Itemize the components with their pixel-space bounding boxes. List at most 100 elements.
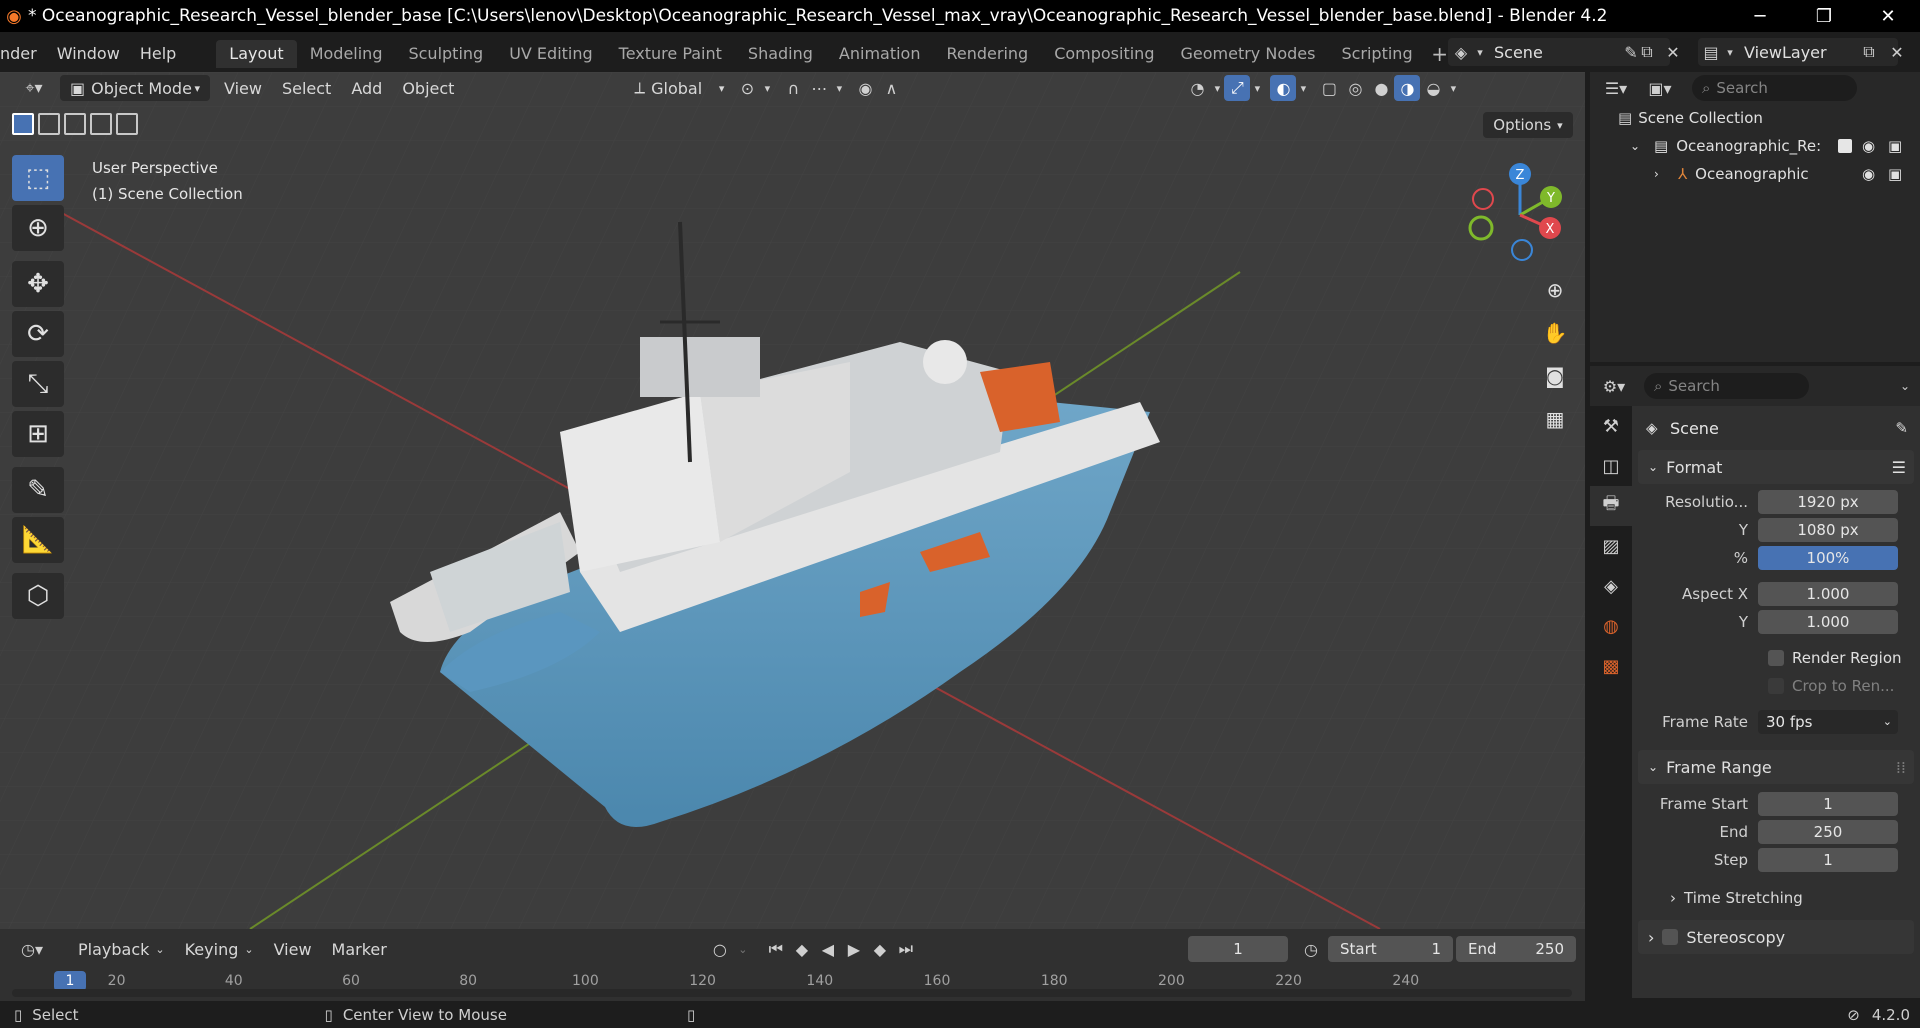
select-extend-icon[interactable] (38, 113, 60, 135)
menu-view[interactable]: View (214, 75, 272, 101)
outliner-editor-icon[interactable]: ☰▾ (1598, 75, 1634, 101)
navigation-gizmo[interactable]: Z Y X (1465, 160, 1575, 270)
crop-checkbox[interactable]: Crop to Ren... (1638, 672, 1914, 700)
frame-end-field[interactable]: 250 (1758, 820, 1898, 844)
tab-shading[interactable]: Shading (735, 40, 826, 68)
minimize-button[interactable]: ─ (1728, 0, 1792, 32)
overlays-toggle-icon[interactable]: ◐ (1270, 75, 1297, 101)
snap-icon[interactable]: ∩ (780, 75, 806, 101)
current-frame-field[interactable]: 1 (1188, 936, 1288, 962)
tab-sculpting[interactable]: Sculpting (395, 40, 496, 68)
tab-rendering[interactable]: Rendering (933, 40, 1041, 68)
camera-icon[interactable]: ▣ (1888, 137, 1902, 155)
render-region-checkbox[interactable]: Render Region (1638, 644, 1914, 672)
view-layer-tab-icon[interactable]: ▨ (1590, 526, 1632, 566)
menu-select[interactable]: Select (272, 75, 341, 101)
solid-shading-icon[interactable]: ● (1368, 75, 1394, 101)
annotate-tool-icon[interactable]: ✎ (12, 467, 64, 513)
chevron-down-icon[interactable]: ⌄ (1900, 379, 1910, 393)
menu-object[interactable]: Object (392, 75, 464, 101)
move-tool-icon[interactable]: ✥ (12, 261, 64, 307)
prev-keyframe-icon[interactable]: ◆ (789, 940, 815, 959)
select-new-icon[interactable] (12, 113, 34, 135)
properties-search-input[interactable]: ⌕ Search (1644, 373, 1809, 399)
checkbox-icon[interactable] (1662, 929, 1679, 945)
transform-tool-icon[interactable]: ⊞ (12, 411, 64, 457)
tab-geometry-nodes[interactable]: Geometry Nodes (1167, 40, 1328, 68)
tree-item-collection[interactable]: ⌄ ▤ Oceanographic_Re: ◉ ▣ (1590, 132, 1920, 160)
rendered-shading-icon[interactable]: ◒ (1420, 75, 1446, 101)
timeline-editor-icon[interactable]: ◷▾ (12, 936, 52, 962)
chevron-right-icon[interactable]: › (1654, 167, 1672, 181)
new-scene-icon[interactable]: ⧉ (1634, 38, 1660, 66)
time-stretching-subpanel[interactable]: › Time Stretching (1638, 882, 1914, 914)
format-panel-header[interactable]: ⌄ Format ☰ (1638, 450, 1914, 484)
stereoscopy-panel-header[interactable]: › Stereoscopy (1638, 920, 1914, 954)
drag-handle-icon[interactable]: ⁞⁞ (1896, 758, 1906, 777)
chevron-down-icon[interactable]: ⌄ (1630, 139, 1648, 153)
tab-layout[interactable]: Layout (216, 40, 297, 68)
ortho-grid-icon[interactable]: ▦ (1536, 400, 1574, 438)
camera-view-icon[interactable]: ◙ (1536, 357, 1574, 395)
frame-step-field[interactable]: 1 (1758, 848, 1898, 872)
new-view-layer-icon[interactable]: ⧉ (1856, 38, 1882, 66)
scene-tab-icon[interactable]: ◈ (1590, 566, 1632, 606)
falloff-icon[interactable]: ∧ (878, 75, 904, 101)
tab-compositing[interactable]: Compositing (1041, 40, 1167, 68)
resolution-percent-field[interactable]: 100% (1758, 546, 1898, 570)
editor-type-icon[interactable]: ⌖▾ (12, 75, 56, 101)
rotate-tool-icon[interactable]: ⟳ (12, 311, 64, 357)
add-cube-tool-icon[interactable]: ⬡ (12, 573, 64, 619)
playhead[interactable]: 1 (54, 971, 86, 991)
snap-target-icon[interactable]: ⋯ (806, 75, 832, 101)
frame-start-field[interactable]: 1 (1758, 792, 1898, 816)
pin-icon[interactable]: ✎ (1895, 419, 1908, 437)
tab-texture-paint[interactable]: Texture Paint (606, 40, 735, 68)
tab-scripting[interactable]: Scripting (1328, 40, 1425, 68)
display-mode-icon[interactable]: ▣▾ (1640, 75, 1680, 101)
frame-range-panel-header[interactable]: ⌄ Frame Range ⁞⁞ (1638, 750, 1914, 784)
tab-uv-editing[interactable]: UV Editing (496, 40, 605, 68)
texture-tab-icon[interactable]: ▩ (1590, 646, 1632, 686)
select-intersect-icon[interactable] (116, 113, 138, 135)
tool-tab-icon[interactable]: ⚒ (1590, 406, 1632, 446)
gizmo-toggle-icon[interactable]: ⤢ (1224, 75, 1251, 101)
delete-view-layer-icon[interactable]: ✕ (1884, 38, 1910, 66)
options-button[interactable]: Options ▾ (1483, 112, 1573, 138)
menu-window[interactable]: Window (47, 40, 130, 68)
material-shading-icon[interactable]: ◑ (1394, 75, 1421, 101)
maximize-button[interactable]: ❐ (1792, 0, 1856, 32)
close-button[interactable]: ✕ (1856, 0, 1920, 32)
visibility-icon[interactable]: ◔ (1184, 75, 1210, 101)
tab-modeling[interactable]: Modeling (297, 40, 396, 68)
resolution-y-field[interactable]: 1080 px (1758, 518, 1898, 542)
measure-tool-icon[interactable]: 📐 (12, 517, 64, 563)
menu-timeline-view[interactable]: View (264, 936, 322, 962)
cursor-tool-icon[interactable]: ⊕ (12, 205, 64, 251)
tab-animation[interactable]: Animation (826, 40, 934, 68)
menu-keying[interactable]: Keying ⌄ (175, 936, 264, 962)
menu-help[interactable]: Help (130, 40, 186, 68)
menu-render[interactable]: nder (0, 40, 47, 68)
next-keyframe-icon[interactable]: ◆ (867, 940, 893, 959)
timeline-ruler[interactable]: 1 20 40 60 80 100 120 140 160 180 200 220 240 (12, 969, 1572, 1001)
world-tab-icon[interactable]: ◍ (1590, 606, 1632, 646)
scale-tool-icon[interactable]: ⤡ (12, 361, 64, 407)
play-reverse-icon[interactable]: ◀ (815, 940, 841, 959)
xray-icon[interactable]: ▢ (1316, 75, 1342, 101)
render-tab-icon[interactable]: ◫ (1590, 446, 1632, 486)
timeline-start-field[interactable]: Start 1 (1328, 936, 1453, 962)
outliner-search-input[interactable]: ⌕ Search (1692, 75, 1857, 101)
delete-scene-icon[interactable]: ✕ (1660, 38, 1686, 66)
presets-icon[interactable]: ☰ (1892, 458, 1906, 477)
stopwatch-icon[interactable]: ◷ (1298, 936, 1324, 962)
tree-item-scene-collection[interactable]: ▤ Scene Collection (1590, 104, 1920, 132)
pivot-point-icon[interactable]: ⊙ (734, 75, 760, 101)
resolution-x-field[interactable]: 1920 px (1758, 490, 1898, 514)
properties-editor-icon[interactable]: ⚙▾ (1590, 371, 1638, 401)
checkbox-icon[interactable] (1838, 139, 1852, 153)
aspect-x-field[interactable]: 1.000 (1758, 582, 1898, 606)
object-mode-dropdown[interactable]: ▣ Object Mode ▾ (60, 75, 210, 101)
jump-start-icon[interactable]: ⏮ (763, 939, 789, 959)
select-difference-icon[interactable] (90, 113, 112, 135)
